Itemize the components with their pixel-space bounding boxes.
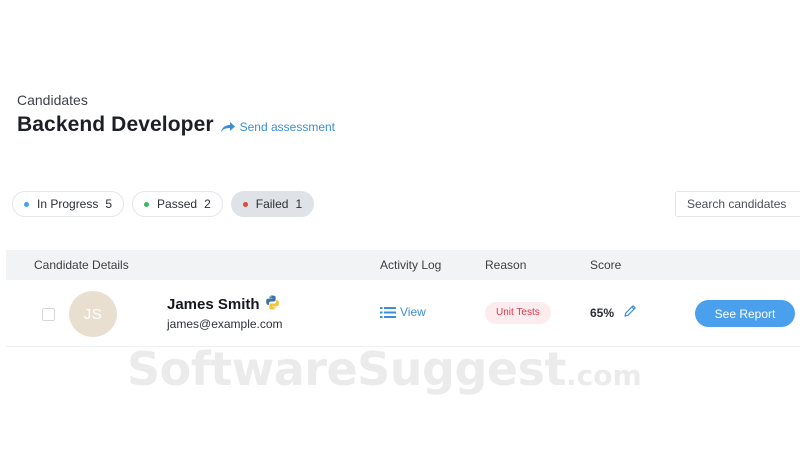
search-input[interactable] (675, 191, 800, 217)
page-title: Backend Developer (17, 113, 214, 136)
filter-count: 1 (295, 197, 303, 211)
share-arrow-icon (220, 122, 235, 132)
watermark-tld: .com (565, 359, 642, 392)
avatar: JS (69, 291, 117, 337)
filter-passed[interactable]: Passed 2 (132, 191, 223, 217)
candidate-email: james@example.com (167, 317, 283, 331)
watermark: SoftwareSuggest.com (127, 342, 642, 396)
column-score: Score (590, 258, 622, 272)
filter-label: Passed (157, 197, 198, 211)
list-icon (380, 306, 396, 318)
candidate-name-row: James Smith (167, 295, 280, 313)
score-value: 65% (590, 306, 615, 320)
candidates-page: Candidates Backend Developer Send assess… (0, 0, 800, 469)
pencil-icon[interactable] (623, 304, 637, 318)
table-row: JS James Smith james@example.com View Un… (6, 282, 800, 347)
filter-label: Failed (255, 197, 289, 211)
row-checkbox[interactable] (42, 308, 55, 321)
reason-badge: Unit Tests (485, 302, 551, 324)
see-report-button[interactable]: See Report (695, 300, 795, 327)
candidate-name: James Smith (167, 296, 260, 313)
activity-view-link[interactable]: View (380, 305, 426, 319)
python-logo-icon (265, 295, 279, 310)
table-header: Candidate Details Activity Log Reason Sc… (6, 250, 800, 280)
status-dot (24, 201, 29, 207)
filter-count: 5 (105, 197, 113, 211)
status-dot (144, 201, 150, 207)
filter-label: In Progress (37, 197, 99, 211)
title-row: Backend Developer Send assessment (17, 113, 335, 137)
send-assessment-label: Send assessment (239, 120, 336, 134)
breadcrumb[interactable]: Candidates (17, 92, 88, 108)
column-reason: Reason (485, 258, 527, 272)
status-filters: In Progress 5 Passed 2 Failed 1 (12, 191, 315, 217)
filter-count: 2 (204, 197, 211, 211)
column-candidate-details: Candidate Details (34, 258, 129, 272)
filter-failed[interactable]: Failed 1 (230, 191, 315, 217)
column-activity-log: Activity Log (380, 258, 442, 272)
activity-view-label: View (400, 305, 426, 319)
watermark-main: SoftwareSuggest (127, 342, 566, 396)
filter-in-progress[interactable]: In Progress 5 (12, 191, 125, 217)
status-dot (242, 201, 248, 207)
send-assessment-link[interactable]: Send assessment (220, 120, 335, 134)
